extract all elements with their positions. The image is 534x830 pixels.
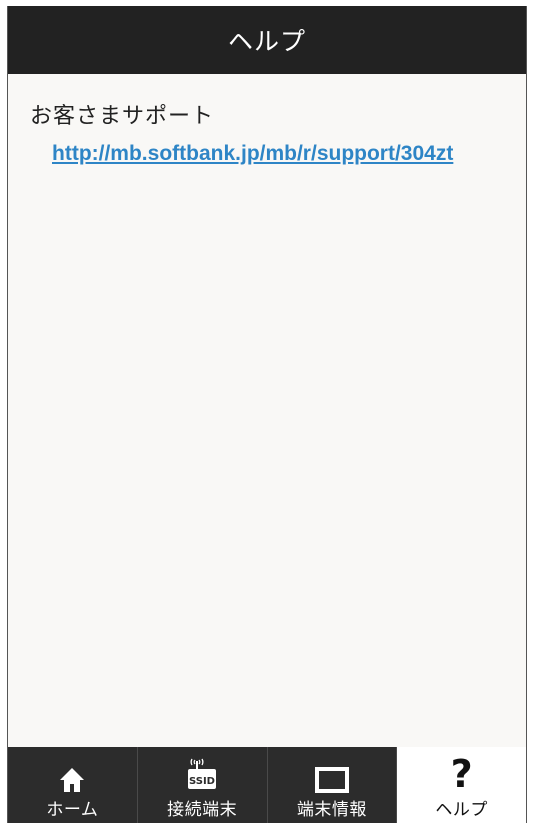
tab-home-label: ホーム (46, 800, 99, 820)
wifi-ssid-icon: SSID (182, 755, 222, 793)
bottom-tab-bar: ホーム SSID 接続端末 端末情報 ? ヘルプ (8, 747, 526, 823)
tab-connected-devices-label: 接続端末 (167, 800, 238, 820)
tab-device-info[interactable]: 端末情報 (268, 747, 398, 823)
support-title: お客さまサポート (30, 104, 215, 129)
tab-help-label: ヘルプ (435, 800, 488, 820)
device-icon (314, 755, 349, 793)
ssid-icon-text: SSID (189, 776, 215, 787)
app-screen: ヘルプ お客さまサポート http://mb.softbank.jp/mb/r/… (7, 6, 527, 823)
support-link[interactable]: http://mb.softbank.jp/mb/r/support/304zt (52, 142, 453, 166)
tab-connected-devices[interactable]: SSID 接続端末 (138, 747, 268, 823)
home-icon (59, 755, 85, 793)
tab-device-info-label: 端末情報 (296, 800, 367, 820)
page-title: ヘルプ (227, 27, 306, 56)
help-content: お客さまサポート http://mb.softbank.jp/mb/r/supp… (8, 74, 526, 747)
tab-help[interactable]: ? ヘルプ (397, 747, 526, 823)
tab-home[interactable]: ホーム (8, 747, 138, 823)
header-bar: ヘルプ (8, 6, 526, 74)
help-icon: ? (450, 752, 473, 796)
